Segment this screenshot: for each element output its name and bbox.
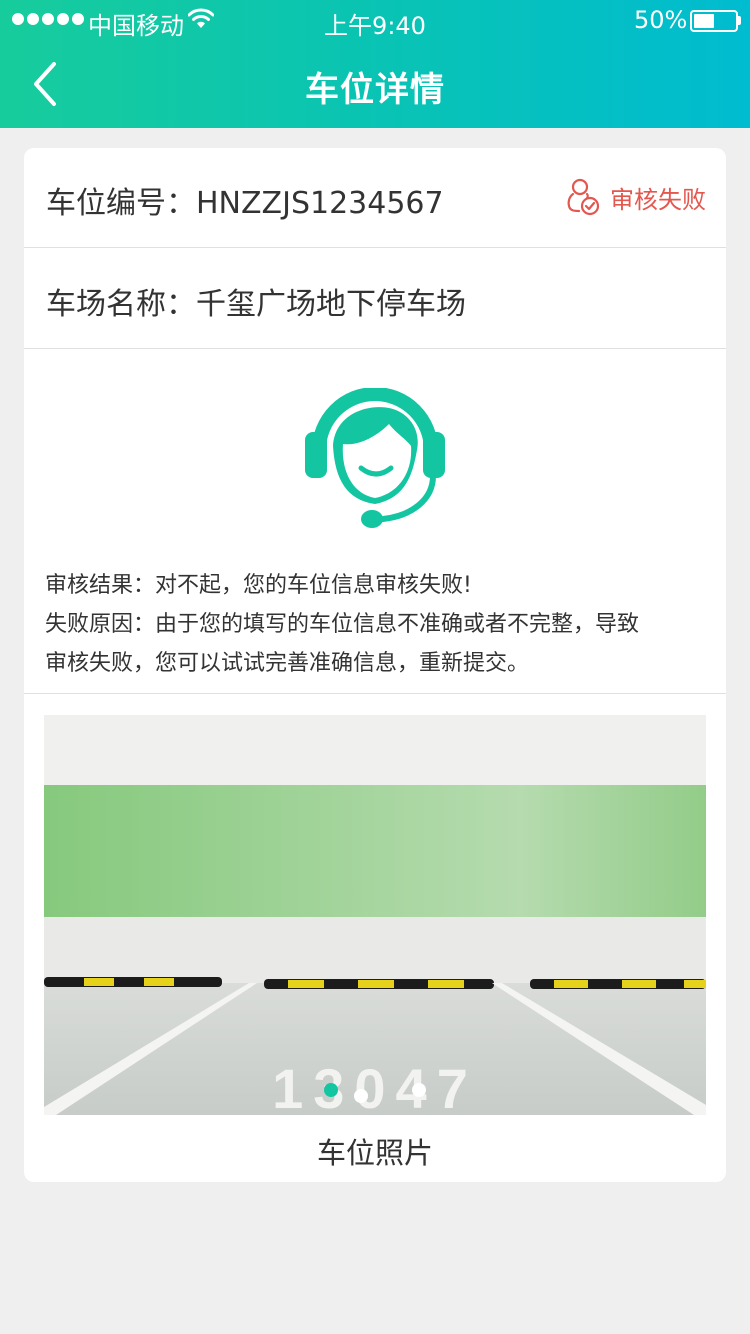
user-check-icon — [567, 178, 600, 216]
lot-name-value: 千玺广场地下停车场 — [196, 287, 466, 322]
space-detail-card: 车位编号：HNZZJS1234567 审核失败 车场名称：千玺广场地下停车场 审… — [24, 148, 726, 1182]
page-title: 车位详情 — [305, 70, 445, 110]
wheel-stopper-right — [530, 979, 706, 989]
lot-name: 车场名称：千玺广场地下停车场 — [46, 279, 466, 323]
parking-space-photo: 13047 — [44, 715, 706, 1115]
nav-bar: 车位详情 — [0, 40, 750, 128]
space-number: 车位编号：HNZZJS1234567 — [46, 178, 444, 222]
status-bar: 中国移动 上午9:40 50% — [0, 0, 750, 40]
lot-name-label: 车场名称： — [46, 287, 196, 322]
wheel-stopper-center — [264, 979, 494, 989]
review-result-line: 审核结果：对不起，您的车位信息审核失败! — [45, 573, 472, 598]
review-result-text: 审核结果：对不起，您的车位信息审核失败! 失败原因：由于您的填写的车位信息不准确… — [45, 566, 705, 683]
battery-level — [694, 14, 714, 28]
photo-caption: 车位照片 — [316, 1136, 433, 1170]
status-badge: 审核失败 — [566, 178, 706, 216]
space-number-label: 车位编号： — [46, 186, 196, 221]
battery-tip — [738, 16, 741, 25]
review-result-section: 审核结果：对不起，您的车位信息审核失败! 失败原因：由于您的填写的车位信息不准确… — [24, 350, 726, 694]
battery-percentage: 50% — [634, 6, 688, 34]
customer-service-agent-icon — [305, 388, 445, 528]
wheel-stopper-left — [44, 977, 222, 987]
failure-reason-line: 失败原因：由于您的填写的车位信息不准确或者不完整，导致 — [45, 612, 640, 637]
lot-name-row: 车场名称：千玺广场地下停车场 — [24, 249, 726, 349]
space-number-value: HNZZJS1234567 — [196, 186, 444, 221]
failure-reason-line-2: 审核失败，您可以试试完善准确信息，重新提交。 — [45, 651, 530, 676]
carousel-dot[interactable] — [324, 1083, 338, 1097]
carousel-dot[interactable] — [354, 1089, 368, 1103]
status-label: 审核失败 — [610, 185, 706, 214]
carousel-indicator — [44, 1083, 706, 1103]
header: 中国移动 上午9:40 50% 车位详情 — [0, 0, 750, 128]
battery-icon — [690, 10, 738, 32]
carousel-dot[interactable] — [412, 1083, 426, 1097]
space-number-row: 车位编号：HNZZJS1234567 审核失败 — [24, 148, 726, 248]
parking-space-photo-carousel[interactable]: 13047 — [44, 715, 706, 1115]
